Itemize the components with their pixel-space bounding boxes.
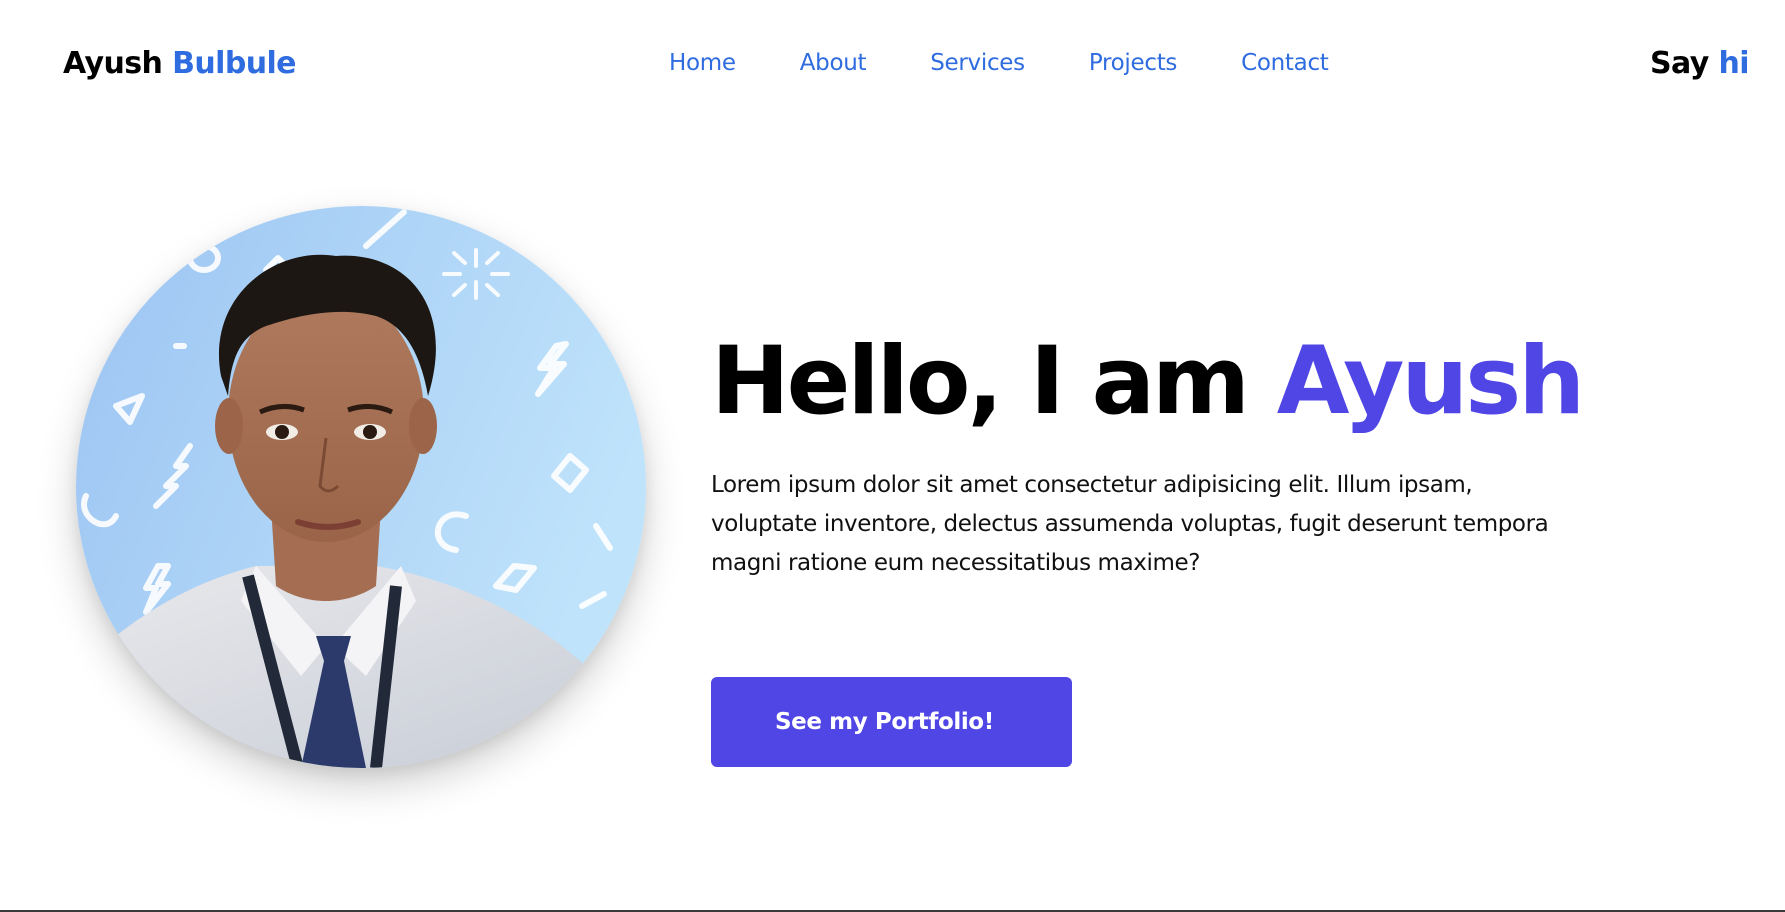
hero-description: Lorem ipsum dolor sit amet consectetur a… xyxy=(711,472,1549,576)
nav-link-about[interactable]: About xyxy=(800,50,867,76)
site-logo[interactable]: Ayush Bulbule xyxy=(63,46,297,81)
logo-first-name: Ayush xyxy=(63,46,163,81)
main-nav: Home About Services Projects Contact xyxy=(669,50,1329,76)
say-hi-word-1: Say xyxy=(1650,46,1709,81)
nav-link-home[interactable]: Home xyxy=(669,50,736,76)
profile-photo xyxy=(76,206,646,768)
site-header: Ayush Bulbule Home About Services Projec… xyxy=(0,0,1785,134)
hero-title-prefix: Hello, I am xyxy=(711,327,1250,436)
hero-title-name: Ayush xyxy=(1276,327,1585,436)
say-hi-word-2: hi xyxy=(1718,46,1750,81)
profile-photo-illustration xyxy=(76,206,646,768)
nav-link-services[interactable]: Services xyxy=(930,50,1025,76)
hero-title: Hello, I am Ayush xyxy=(711,335,1585,429)
see-portfolio-button[interactable]: See my Portfolio! xyxy=(711,677,1072,767)
say-hi-link[interactable]: Say hi xyxy=(1650,46,1750,81)
nav-link-contact[interactable]: Contact xyxy=(1241,50,1329,76)
logo-last-name: Bulbule xyxy=(172,46,296,81)
nav-link-projects[interactable]: Projects xyxy=(1089,50,1178,76)
page: Ayush Bulbule Home About Services Projec… xyxy=(0,0,1785,912)
